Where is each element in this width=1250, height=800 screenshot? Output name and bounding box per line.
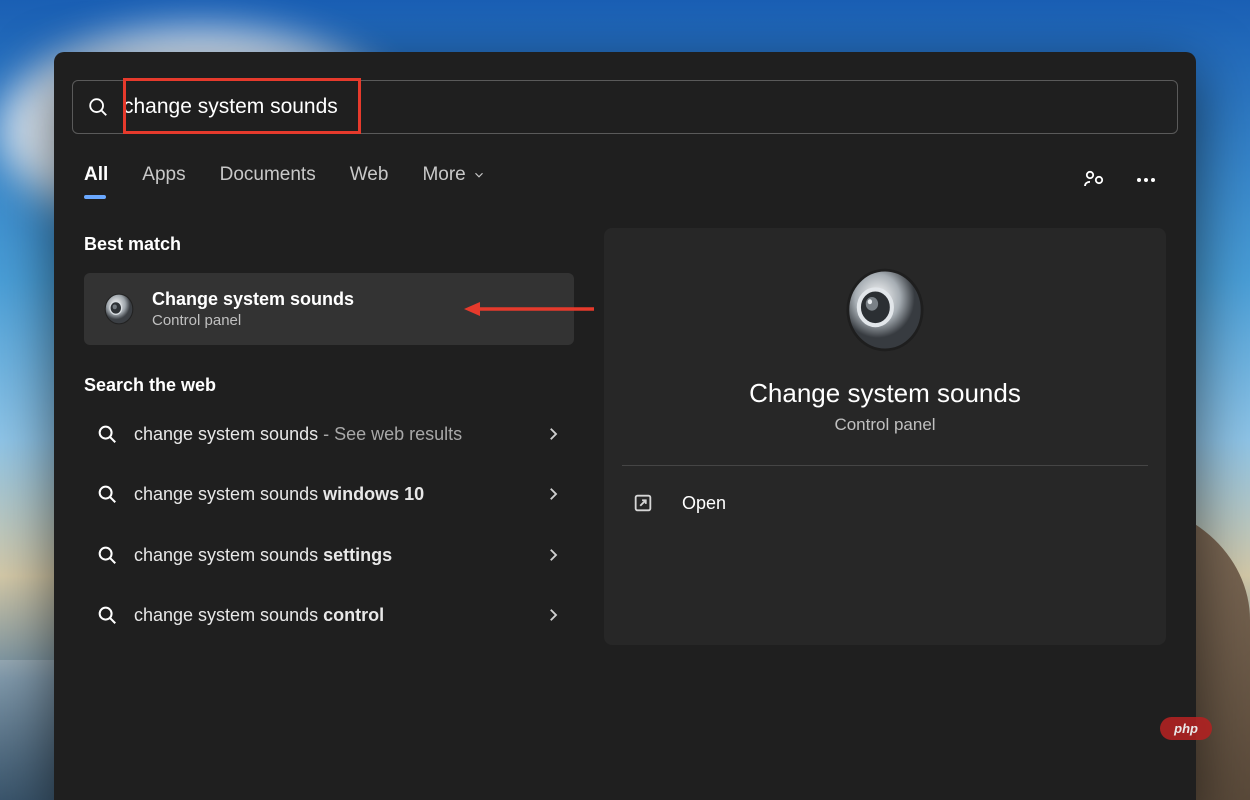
results-content: Best match Change system sounds Control … — [72, 228, 1178, 645]
search-icon — [87, 96, 109, 118]
feedback-button[interactable] — [1074, 160, 1114, 200]
web-result-3[interactable]: change system sounds control — [84, 585, 574, 645]
web-result-label: change system sounds windows 10 — [134, 482, 528, 506]
feedback-icon — [1082, 168, 1106, 192]
tab-all[interactable]: All — [84, 164, 108, 196]
filter-tabs: All Apps Documents Web More — [84, 160, 1166, 200]
best-match-result[interactable]: Change system sounds Control panel — [84, 273, 574, 345]
search-icon — [96, 544, 118, 566]
chevron-right-icon — [544, 546, 562, 564]
search-web-heading: Search the web — [84, 375, 574, 396]
more-options-button[interactable] — [1126, 160, 1166, 200]
best-match-title: Change system sounds — [152, 289, 354, 310]
search-icon — [96, 604, 118, 626]
search-input[interactable] — [123, 95, 1163, 119]
open-action[interactable]: Open — [622, 466, 1148, 540]
chevron-down-icon — [472, 168, 486, 182]
tab-more-label: More — [422, 164, 465, 186]
tab-web[interactable]: Web — [350, 164, 389, 196]
web-result-label: change system sounds control — [134, 603, 528, 627]
best-match-heading: Best match — [84, 234, 574, 255]
tab-more[interactable]: More — [422, 164, 485, 196]
results-column: Best match Change system sounds Control … — [84, 228, 574, 645]
search-box[interactable] — [72, 80, 1178, 134]
best-match-text: Change system sounds Control panel — [152, 289, 354, 329]
search-icon — [96, 423, 118, 445]
chevron-right-icon — [544, 606, 562, 624]
tab-documents[interactable]: Documents — [220, 164, 316, 196]
annotation-arrow — [464, 297, 594, 321]
open-icon — [632, 492, 654, 514]
tab-apps[interactable]: Apps — [142, 164, 185, 196]
open-label: Open — [682, 493, 726, 514]
detail-pane: Change system sounds Control panel Open — [604, 228, 1166, 645]
chevron-right-icon — [544, 425, 562, 443]
detail-subtitle: Control panel — [622, 415, 1148, 435]
web-result-label: change system sounds settings — [134, 543, 528, 567]
speaker-icon — [841, 266, 929, 354]
detail-title: Change system sounds — [622, 378, 1148, 409]
search-icon — [96, 483, 118, 505]
best-match-subtitle: Control panel — [152, 312, 354, 329]
chevron-right-icon — [544, 485, 562, 503]
web-result-1[interactable]: change system sounds windows 10 — [84, 464, 574, 524]
web-result-label: change system sounds - See web results — [134, 422, 528, 446]
watermark: php — [1160, 717, 1212, 740]
ellipsis-icon — [1134, 168, 1158, 192]
search-panel: All Apps Documents Web More Best match — [54, 52, 1196, 800]
detail-icon-wrap — [622, 266, 1148, 354]
speaker-icon — [102, 292, 136, 326]
web-result-2[interactable]: change system sounds settings — [84, 525, 574, 585]
web-result-0[interactable]: change system sounds - See web results — [84, 404, 574, 464]
